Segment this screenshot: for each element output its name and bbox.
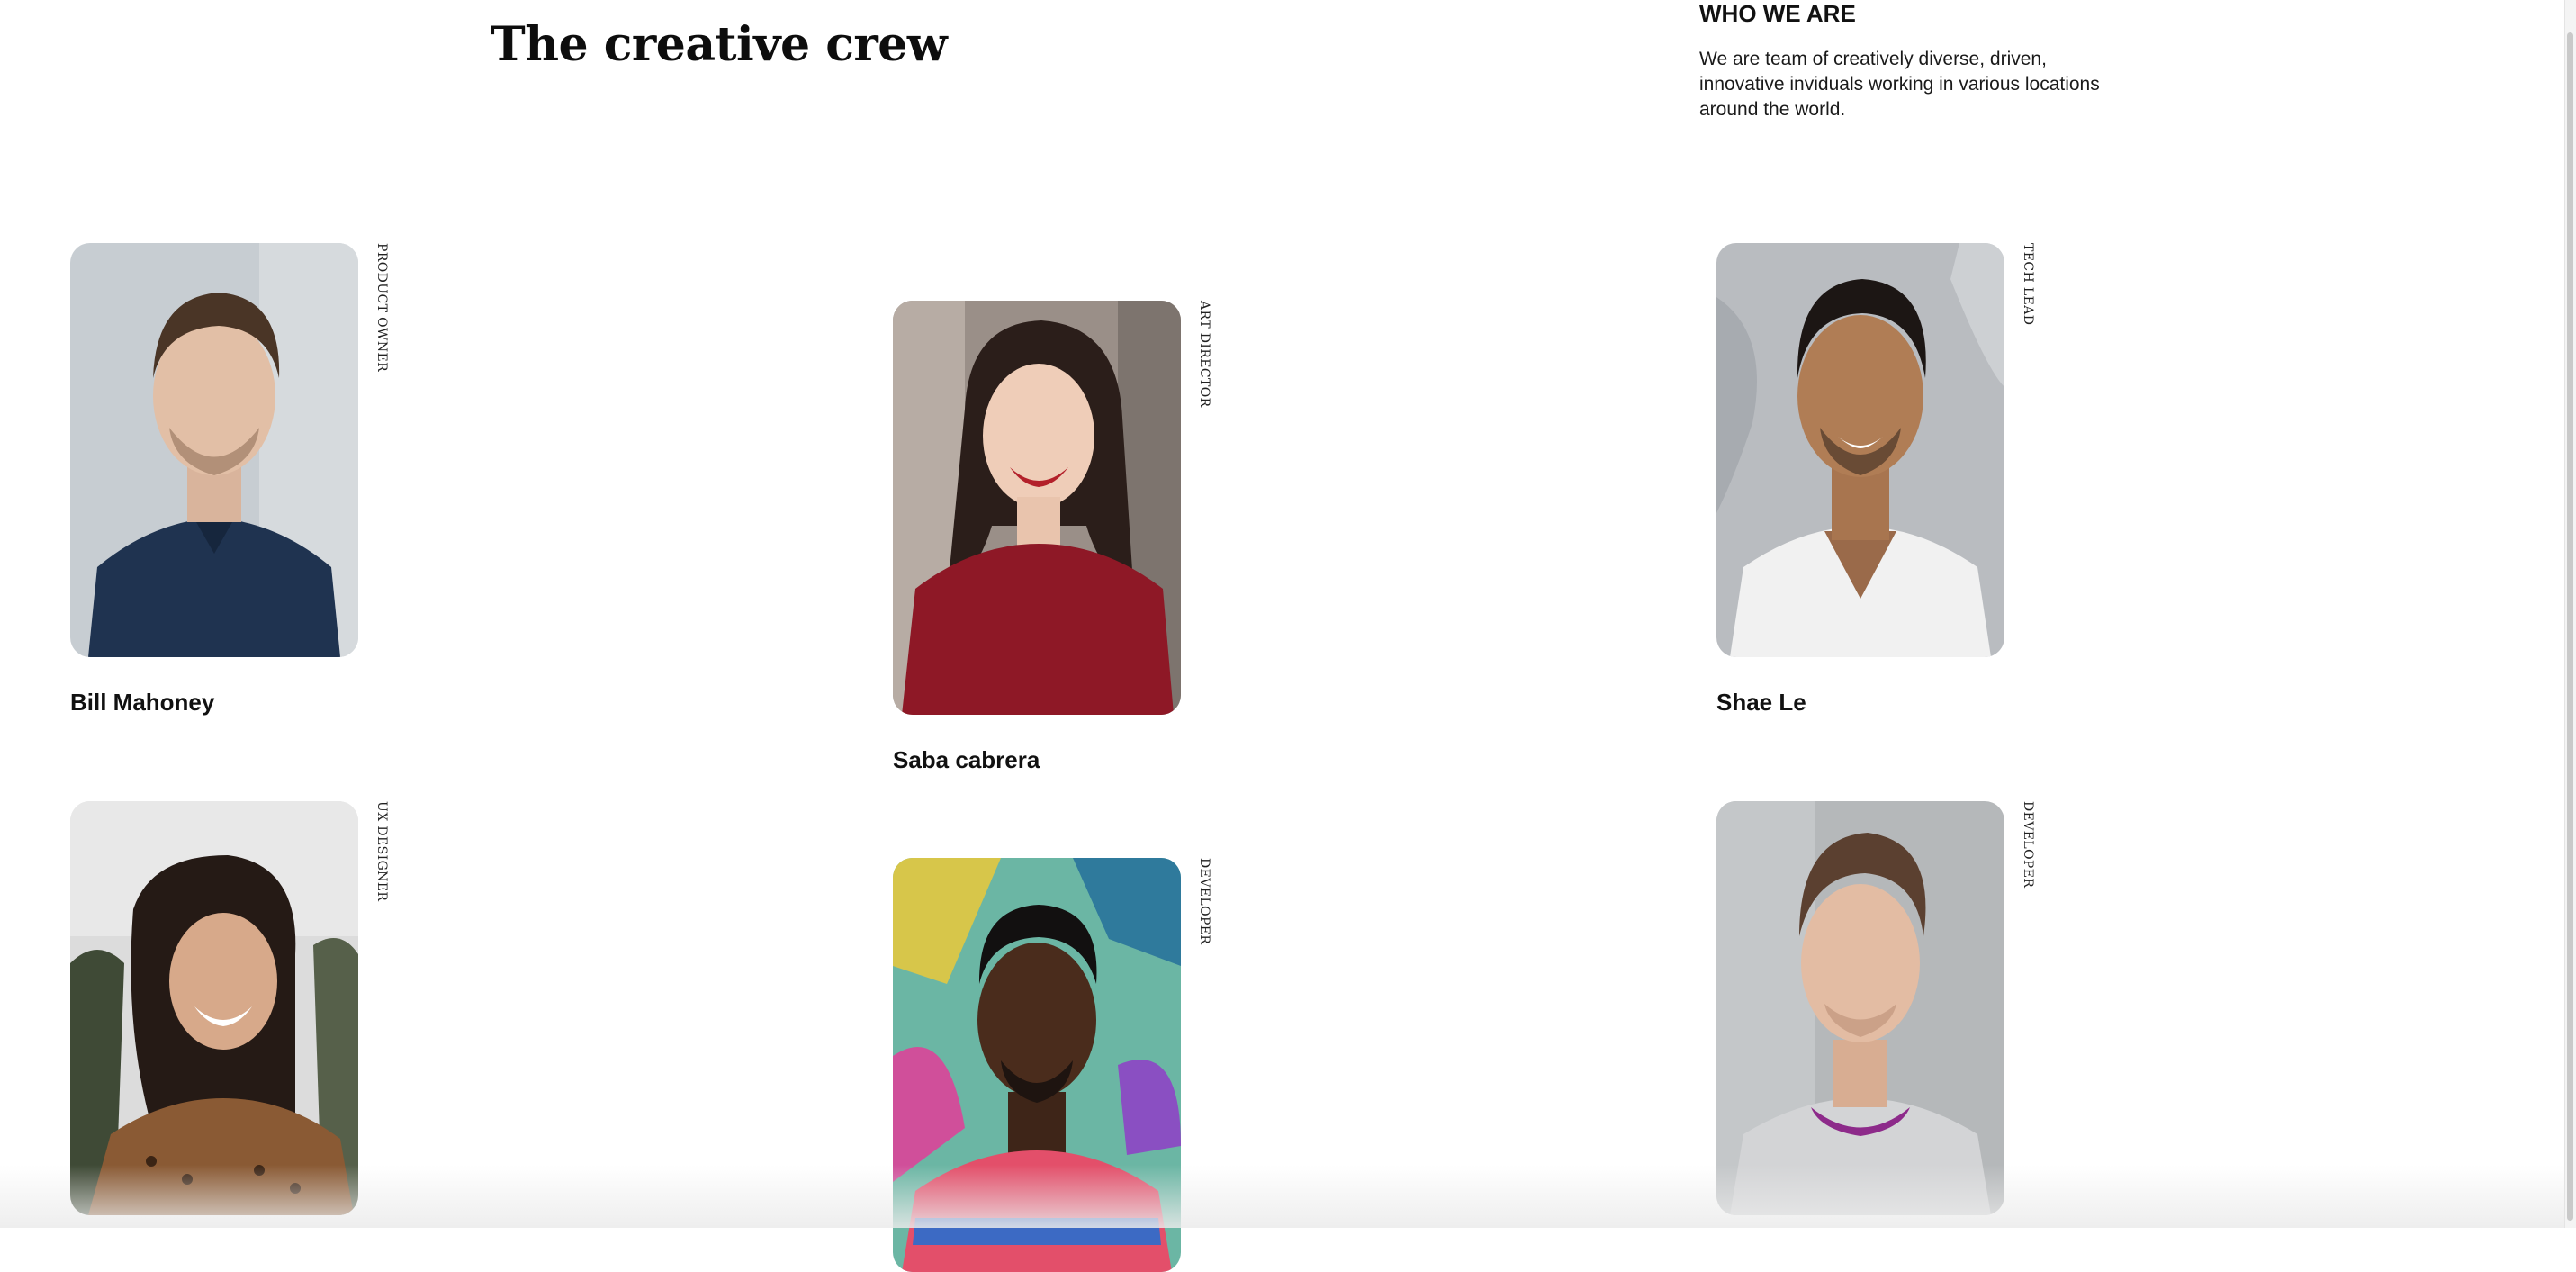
scrollbar[interactable] [2564, 0, 2576, 1228]
about-heading: WHO WE ARE [1699, 0, 1856, 27]
member-photo [893, 301, 1181, 715]
member-role: PRODUCT OWNER [374, 243, 389, 373]
member-name: Bill Mahoney [70, 689, 215, 716]
page-title: The creative crew [491, 17, 948, 72]
member-role: TECH LEAD [2021, 243, 2035, 326]
member-name: Shae Le [1716, 689, 1806, 716]
member-photo [70, 801, 358, 1215]
member-photo [1716, 801, 2004, 1215]
member-photo [1716, 243, 2004, 657]
member-photo [893, 858, 1181, 1272]
about-description: We are team of creatively diverse, drive… [1699, 49, 2100, 120]
member-role: UX DESIGNER [374, 801, 389, 902]
member-role: ART DIRECTOR [1197, 301, 1211, 408]
member-role: DEVELOPER [1197, 858, 1211, 945]
member-role: DEVELOPER [2021, 801, 2035, 889]
member-photo [70, 243, 358, 657]
scrollbar-thumb[interactable] [2567, 32, 2573, 1221]
member-name: Saba cabrera [893, 746, 1040, 773]
bottom-fade [0, 1165, 2565, 1228]
